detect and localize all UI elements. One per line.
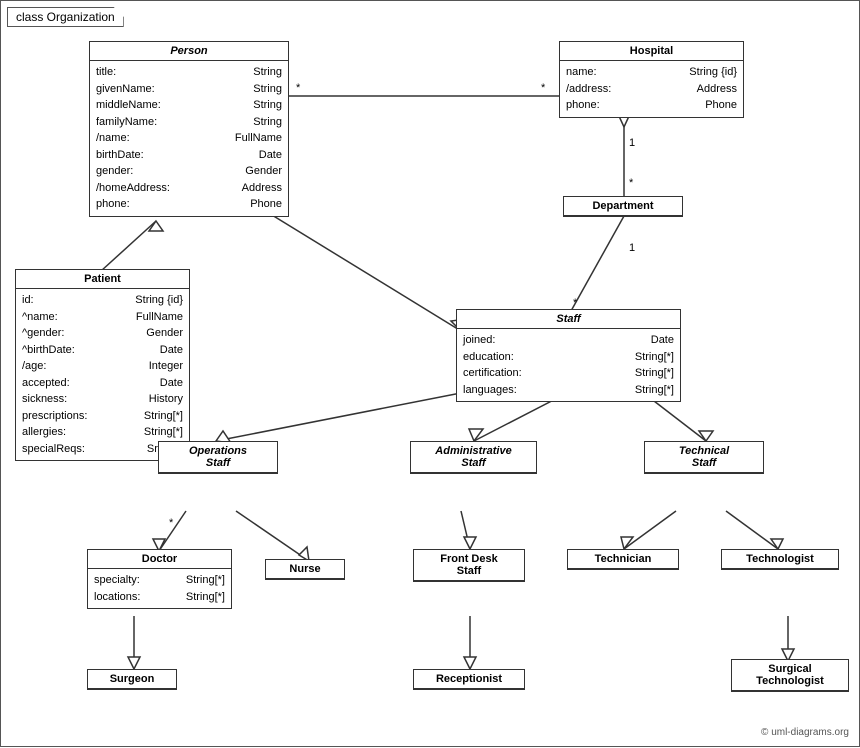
class-front-desk-staff-name: Front DeskStaff — [414, 550, 524, 581]
class-person: Person title:String givenName:String mid… — [89, 41, 289, 217]
class-doctor-name: Doctor — [88, 550, 231, 569]
svg-text:*: * — [629, 177, 634, 189]
class-technologist: Technologist — [721, 549, 839, 570]
class-administrative-staff: AdministrativeStaff — [410, 441, 537, 474]
svg-text:*: * — [541, 82, 546, 94]
diagram-canvas: class Organization * * 1 * 1 * — [0, 0, 860, 747]
svg-text:*: * — [573, 297, 578, 309]
class-doctor-body: specialty:String[*] locations:String[*] — [88, 569, 231, 608]
class-surgical-technologist: SurgicalTechnologist — [731, 659, 849, 692]
class-technical-staff: TechnicalStaff — [644, 441, 764, 474]
class-hospital: Hospital name:String {id} /address:Addre… — [559, 41, 744, 118]
class-patient-body: id:String {id} ^name:FullName ^gender:Ge… — [16, 289, 189, 460]
class-department-name: Department — [564, 197, 682, 216]
class-patient-name: Patient — [16, 270, 189, 289]
class-front-desk-staff: Front DeskStaff — [413, 549, 525, 582]
class-person-body: title:String givenName:String middleName… — [90, 61, 288, 216]
class-doctor: Doctor specialty:String[*] locations:Str… — [87, 549, 232, 609]
svg-text:1: 1 — [629, 242, 635, 254]
class-staff-name: Staff — [457, 310, 680, 329]
class-operations-staff: OperationsStaff — [158, 441, 278, 474]
class-staff-body: joined:Date education:String[*] certific… — [457, 329, 680, 401]
class-surgical-technologist-name: SurgicalTechnologist — [732, 660, 848, 691]
class-administrative-staff-name: AdministrativeStaff — [411, 442, 536, 473]
class-person-name: Person — [90, 42, 288, 61]
svg-text:*: * — [169, 517, 174, 529]
class-nurse: Nurse — [265, 559, 345, 580]
class-staff: Staff joined:Date education:String[*] ce… — [456, 309, 681, 402]
class-nurse-name: Nurse — [266, 560, 344, 579]
class-technician-name: Technician — [568, 550, 678, 569]
class-receptionist-name: Receptionist — [414, 670, 524, 689]
svg-text:*: * — [296, 82, 301, 94]
class-technologist-name: Technologist — [722, 550, 838, 569]
diagram-title: class Organization — [7, 7, 124, 27]
class-surgeon-name: Surgeon — [88, 670, 176, 689]
class-receptionist: Receptionist — [413, 669, 525, 690]
class-technical-staff-name: TechnicalStaff — [645, 442, 763, 473]
class-hospital-body: name:String {id} /address:Address phone:… — [560, 61, 743, 117]
class-hospital-name: Hospital — [560, 42, 743, 61]
class-surgeon: Surgeon — [87, 669, 177, 690]
class-technician: Technician — [567, 549, 679, 570]
class-patient: Patient id:String {id} ^name:FullName ^g… — [15, 269, 190, 461]
class-operations-staff-name: OperationsStaff — [159, 442, 277, 473]
class-department: Department — [563, 196, 683, 217]
copyright: © uml-diagrams.org — [761, 727, 849, 738]
svg-text:1: 1 — [629, 137, 635, 149]
